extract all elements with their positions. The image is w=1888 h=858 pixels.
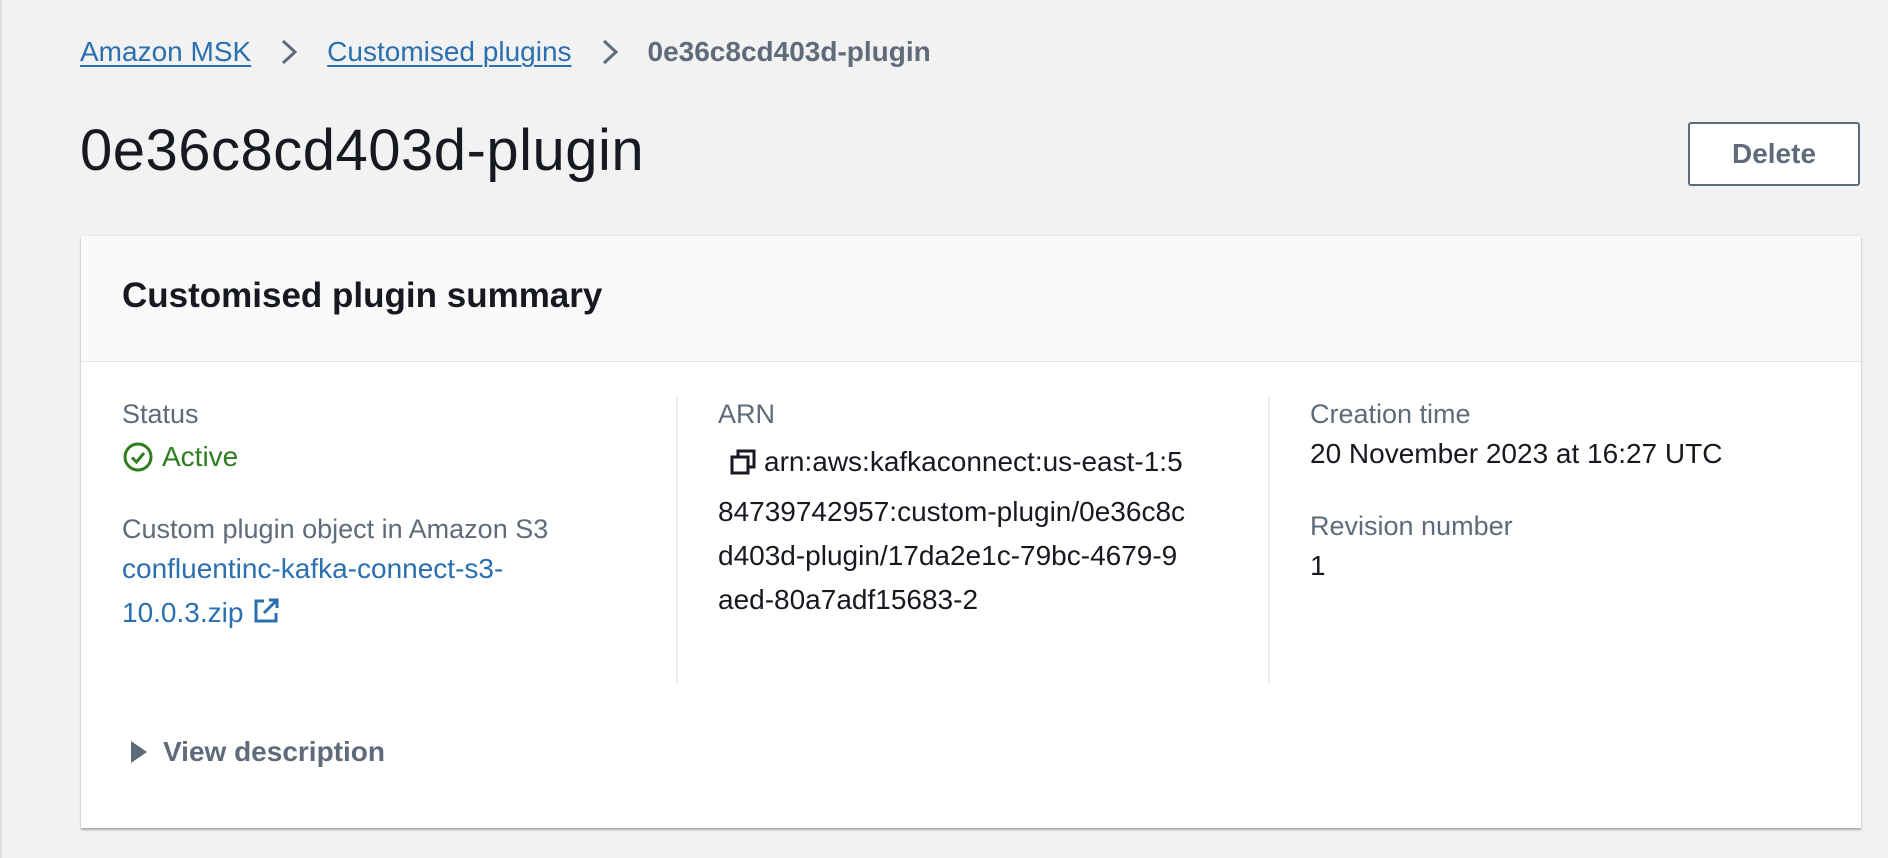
page-title: 0e36c8cd403d-plugin [80,118,645,183]
delete-button[interactable]: Delete [1688,122,1860,186]
arn-label: ARN [718,399,776,429]
revision-number-label: Revision number [1310,511,1513,541]
arn-value: arn:aws:kafkaconnect:us-east-1:584739742… [718,446,1186,615]
status-check-icon [123,442,153,472]
breadcrumb-amazon-msk[interactable]: Amazon MSK [80,34,251,70]
view-description-label: View description [163,736,385,767]
revision-number-value: 1 [1310,550,1326,581]
creation-time-value: 20 November 2023 at 16:27 UTC [1310,438,1723,469]
breadcrumb: Amazon MSK Customised plugins 0e36c8cd40… [80,34,931,70]
status-label: Status [122,399,199,429]
caret-right-icon [131,741,147,763]
status-value: Active [162,441,239,472]
status-indicator: Active [122,435,672,479]
summary-column-arn: ARN arn:aws:kafkaconnect:us-east-1:58473… [676,396,1226,684]
creation-time-label: Creation time [1310,399,1471,429]
breadcrumb-customised-plugins[interactable]: Customised plugins [327,34,571,70]
s3-object-link[interactable]: confluentinc-kafka-connect-s3-10.0.3.zip [122,547,542,639]
view-description-toggle[interactable]: View description [127,736,385,768]
external-link-icon [251,595,281,639]
breadcrumb-current: 0e36c8cd403d-plugin [647,36,931,67]
s3-object-label: Custom plugin object in Amazon S3 [122,514,549,544]
summary-header: Customised plugin summary [81,236,1861,362]
chevron-right-icon [590,37,630,67]
summary-column-status: Status Active Custom plugin object in Am… [122,396,672,684]
summary-column-creation: Creation time 20 November 2023 at 16:27 … [1268,396,1818,684]
summary-panel: Customised plugin summary Status Active … [81,236,1861,828]
s3-object-link-text: confluentinc-kafka-connect-s3-10.0.3.zip [122,553,504,628]
summary-title: Customised plugin summary [122,276,603,315]
copy-icon[interactable] [728,446,758,490]
chevron-right-icon [269,37,309,67]
arn-value-container: arn:aws:kafkaconnect:us-east-1:584739742… [718,440,1188,622]
